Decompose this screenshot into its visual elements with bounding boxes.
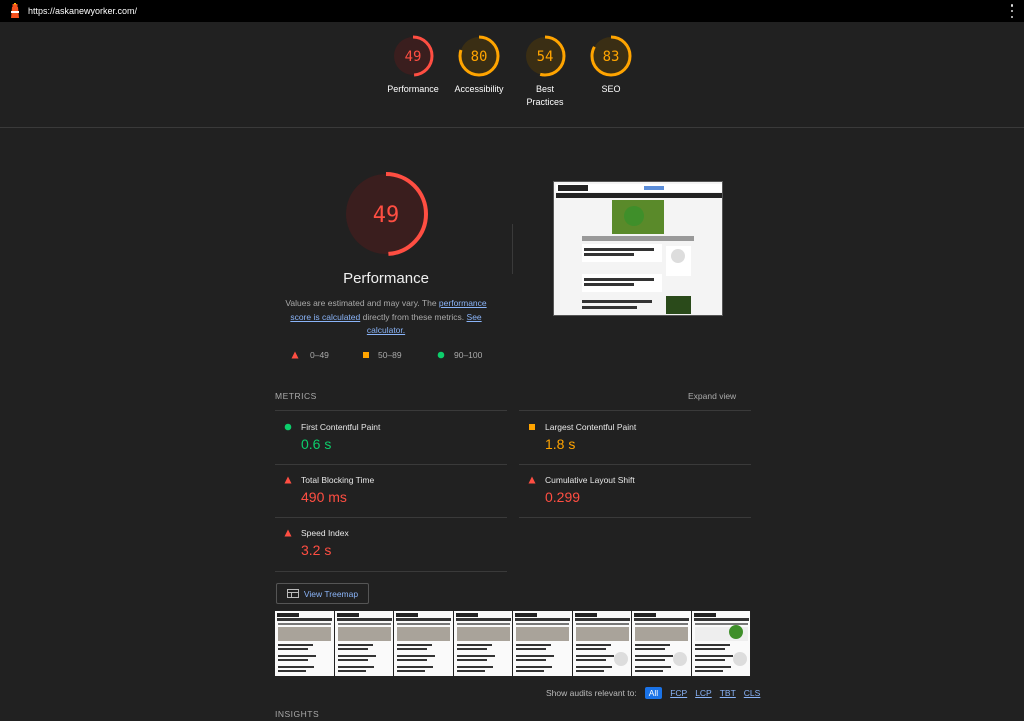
filmstrip-frame (453, 611, 513, 676)
metric-value: 1.8 s (545, 436, 576, 452)
filter-tbt[interactable]: TBT (720, 688, 736, 698)
metric-name: Total Blocking Time (301, 475, 375, 485)
svg-text:54: 54 (537, 49, 554, 65)
filter-lcp[interactable]: LCP (695, 688, 712, 698)
gauge-seo[interactable]: 83 SEO (578, 34, 644, 96)
metric-name: Speed Index (301, 528, 349, 538)
metric-value: 3.2 s (301, 542, 332, 558)
square-icon (363, 352, 369, 358)
filmstrip-frame (572, 611, 632, 676)
metric-divider (519, 464, 751, 465)
expand-view-toggle[interactable]: Expand view (688, 391, 736, 401)
filmstrip (275, 611, 751, 676)
svg-text:49: 49 (405, 49, 422, 65)
metric-name: First Contentful Paint (301, 422, 381, 432)
legend-fail: 0–49 (291, 350, 329, 360)
filmstrip-frame (334, 611, 394, 676)
gauge-best-practices[interactable]: 54 Best Practices (512, 34, 578, 109)
header-divider (0, 127, 1024, 128)
insights-header: INSIGHTS (275, 709, 320, 719)
metric-divider (275, 464, 507, 465)
metric-divider (275, 410, 507, 411)
metric-fcp: First Contentful Paint 0.6 s (275, 422, 505, 462)
url-bar: https://askanewyorker.com/ (0, 0, 1024, 22)
metric-lcp: Largest Contentful Paint 1.8 s (519, 422, 749, 462)
gauge-label: Accessibility (454, 84, 504, 94)
gauge-label: Best Practices (526, 84, 564, 107)
filmstrip-frame (394, 611, 454, 676)
metric-divider (519, 410, 751, 411)
gauge-best-practices-ring: 54 (524, 35, 566, 77)
svg-text:49: 49 (373, 203, 400, 228)
metric-divider (275, 571, 507, 572)
circle-icon (437, 351, 445, 359)
score-description: Values are estimated and may vary. The p… (285, 298, 487, 335)
triangle-icon (291, 351, 299, 359)
filmstrip-frame (632, 611, 692, 676)
fail-triangle-icon (284, 529, 292, 537)
treemap-icon (286, 589, 299, 598)
lighthouse-icon (11, 3, 19, 18)
legend-pass: 90–100 (437, 350, 482, 360)
performance-gauge-large: 49 (344, 172, 428, 256)
metric-value: 0.299 (545, 489, 581, 505)
gauge-accessibility-ring: 80 (458, 35, 500, 77)
metric-speed-index: Speed Index 3.2 s (275, 528, 505, 568)
gauge-label: Performance (387, 84, 439, 94)
final-screenshot[interactable] (553, 181, 723, 316)
metric-value: 490 ms (301, 489, 347, 505)
metric-cls: Cumulative Layout Shift 0.299 (519, 475, 749, 515)
metric-name: Largest Contentful Paint (545, 422, 637, 432)
metrics-header: METRICS (275, 391, 317, 401)
filter-cls[interactable]: CLS (744, 688, 761, 698)
gauge-label: SEO (601, 84, 621, 94)
legend-average: 50–89 (362, 350, 402, 360)
vertical-divider (512, 224, 513, 274)
gauge-performance-ring: 49 (392, 35, 434, 77)
gauge-seo-ring: 83 (590, 35, 632, 77)
fail-triangle-icon (284, 476, 292, 484)
metric-divider (519, 517, 751, 518)
fail-triangle-icon (528, 476, 536, 484)
page-url: https://askanewyorker.com/ (28, 6, 138, 16)
view-treemap-button[interactable]: View Treemap (276, 583, 369, 604)
pass-circle-icon (284, 423, 292, 431)
metric-divider (275, 517, 507, 518)
category-gauges: 49 Performance 80 Accessibility 54 Best … (380, 34, 640, 124)
filter-fcp[interactable]: FCP (670, 688, 687, 698)
gauge-accessibility[interactable]: 80 Accessibility (446, 34, 512, 96)
svg-text:80: 80 (471, 49, 488, 65)
kebab-menu-icon[interactable] (1010, 4, 1014, 18)
metric-tbt: Total Blocking Time 490 ms (275, 475, 505, 515)
filmstrip-frame (275, 611, 335, 676)
filmstrip-frame (691, 611, 751, 676)
filter-all[interactable]: All (644, 687, 663, 699)
average-square-icon (529, 424, 535, 430)
page-screenshot-image (554, 182, 722, 315)
metric-name: Cumulative Layout Shift (545, 475, 635, 485)
filmstrip-frame (513, 611, 573, 676)
gauge-performance[interactable]: 49 Performance (380, 34, 446, 96)
performance-title: Performance (343, 270, 429, 287)
svg-text:83: 83 (603, 49, 620, 65)
audit-filter: Show audits relevant to: All FCP LCP TBT… (546, 687, 761, 699)
metric-value: 0.6 s (301, 436, 332, 452)
score-legend: 0–49 50–89 90–100 (288, 350, 488, 362)
